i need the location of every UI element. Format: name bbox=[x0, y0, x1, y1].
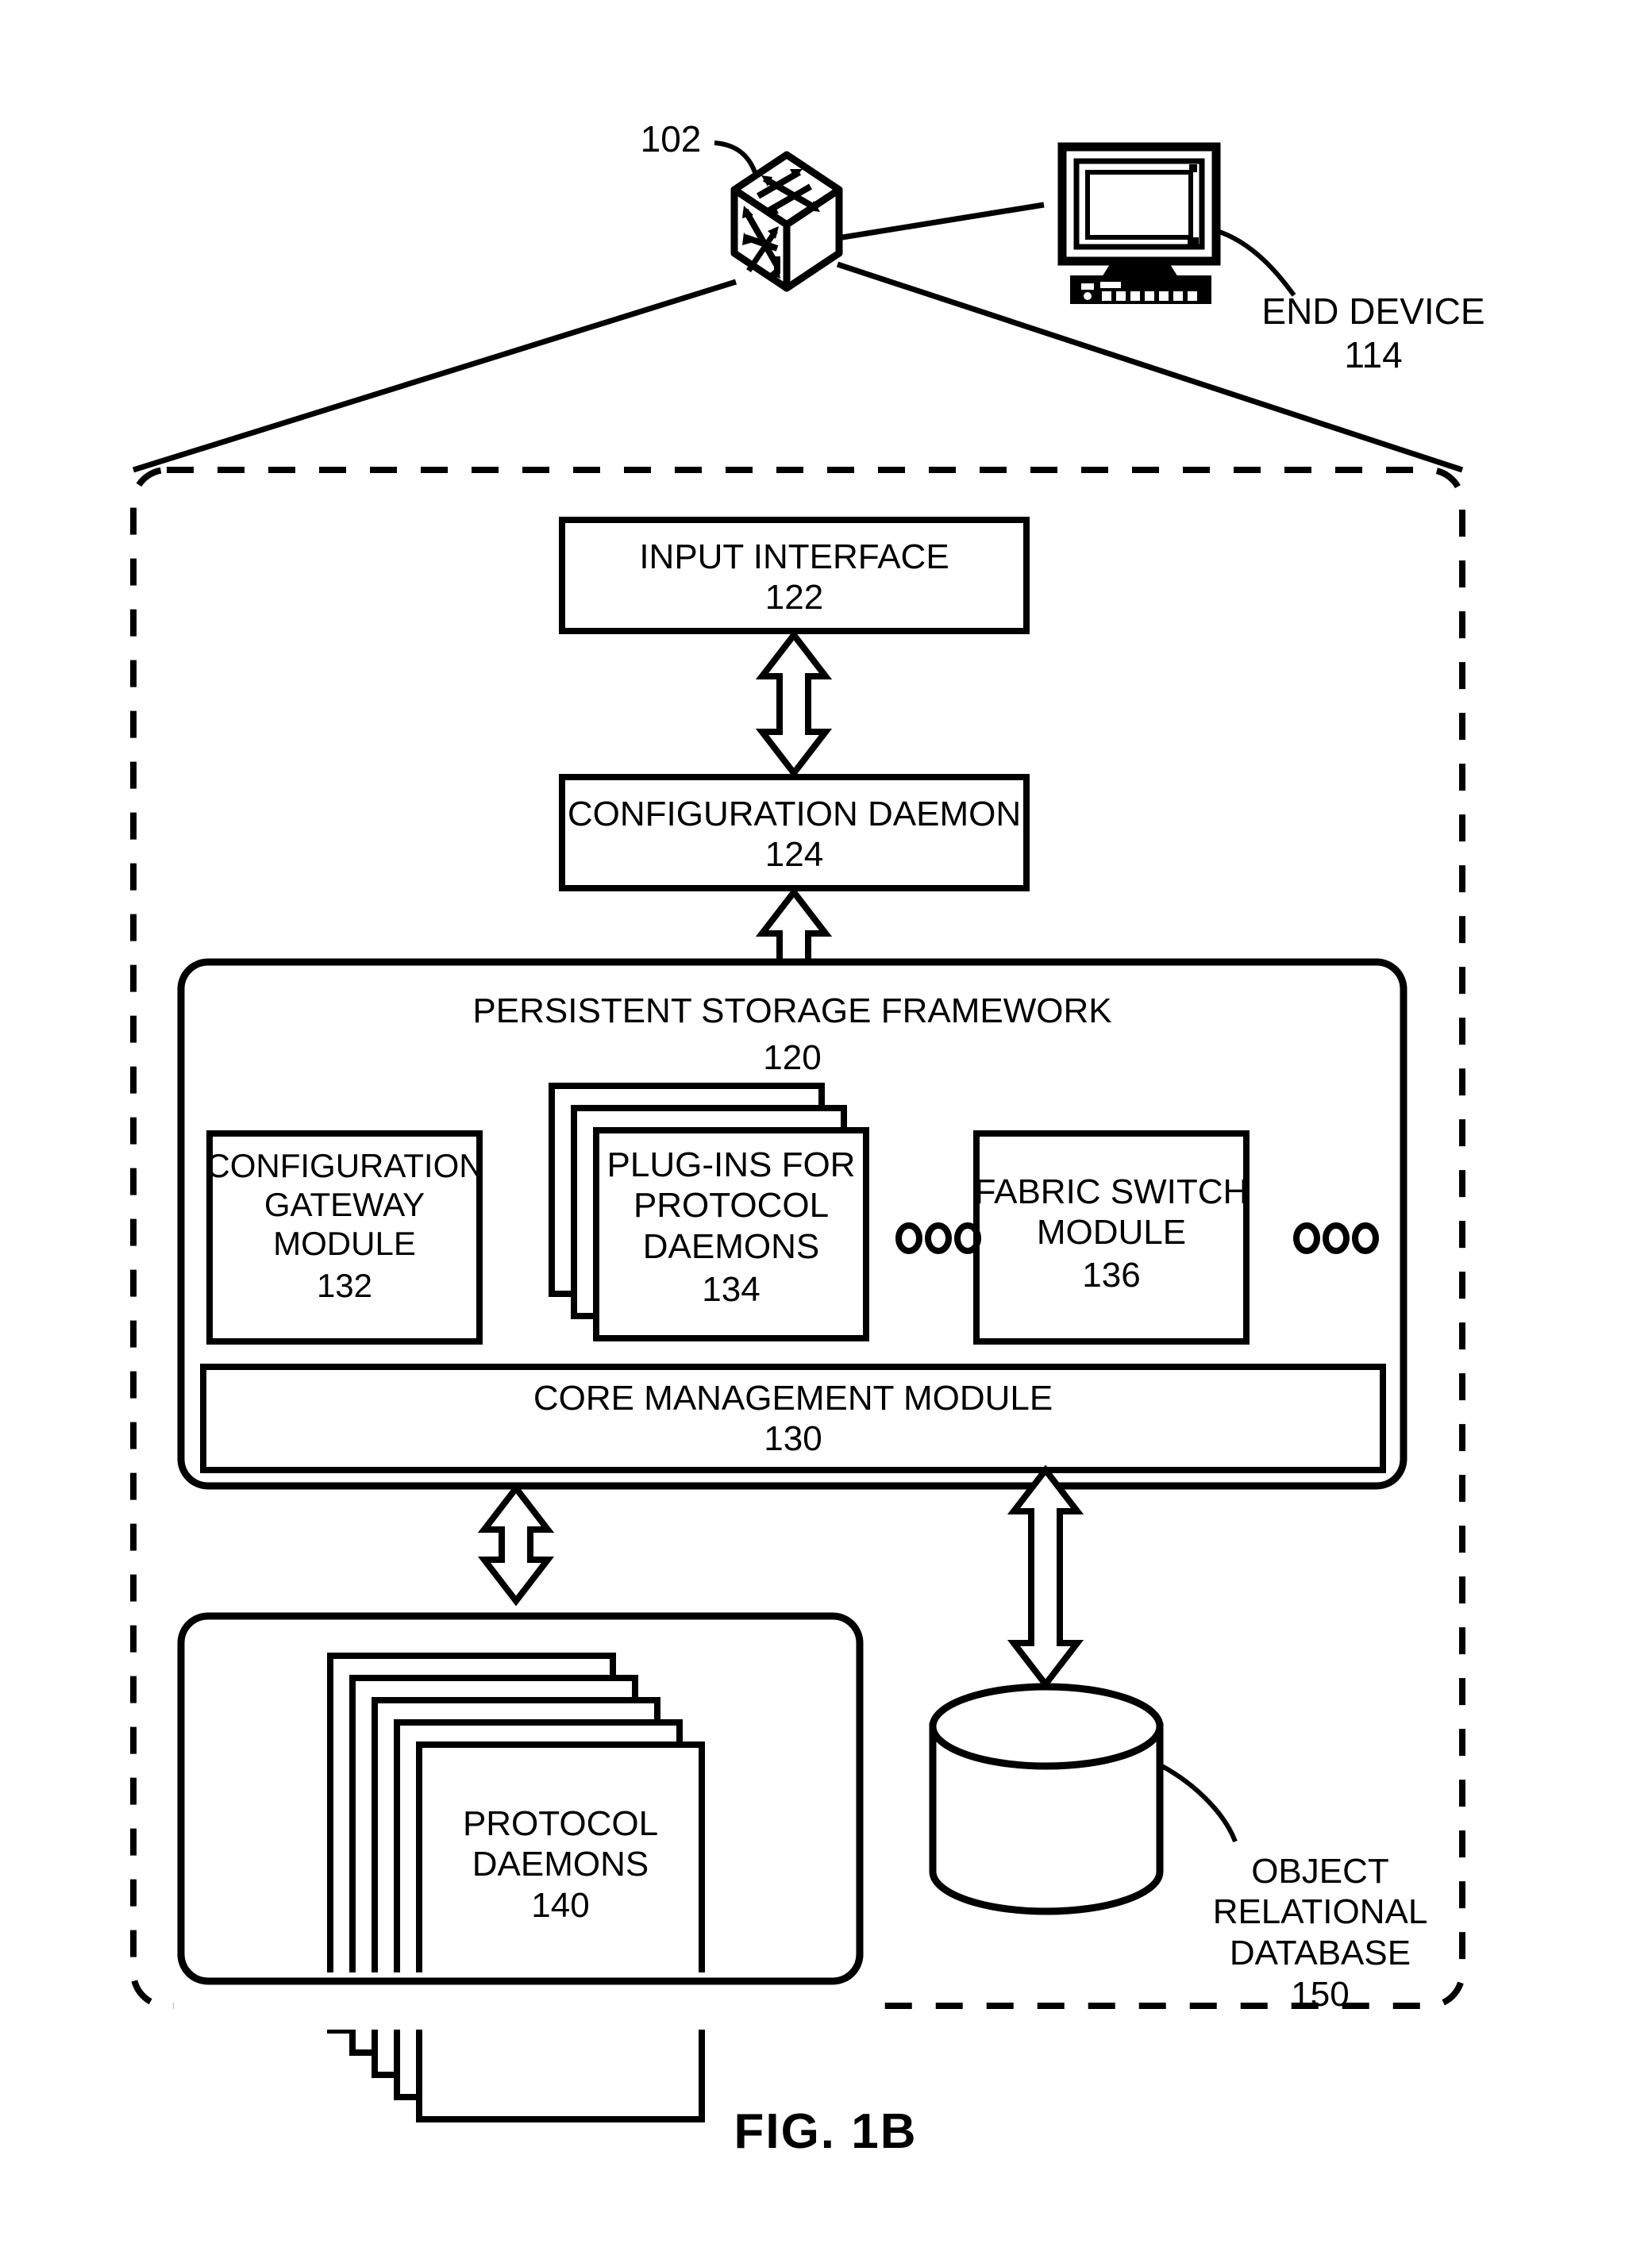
input-interface-ref-number: 122 bbox=[764, 578, 824, 617]
persistent-storage-framework-label: PERSISTENT STORAGE FRAMEWORK bbox=[472, 991, 1112, 1030]
configuration-daemon-ref-number: 124 bbox=[764, 835, 824, 874]
protocol-daemons-label: PROTOCOL DAEMONS bbox=[462, 1804, 659, 1884]
persistent-storage-framework-ref-number: 120 bbox=[763, 1038, 822, 1077]
end-device-icon bbox=[1062, 147, 1216, 304]
switch-ref-number: 102 bbox=[640, 118, 702, 160]
plugins-for-protocol-daemons-ref-number: 134 bbox=[702, 1270, 761, 1309]
object-relational-database-label: OBJECT RELATIONAL DATABASE bbox=[1212, 1852, 1428, 1972]
figure-caption: FIG. 1B bbox=[734, 2104, 918, 2159]
input-interface-label: INPUT INTERFACE bbox=[639, 537, 949, 576]
protocol-daemons-ref-number: 140 bbox=[531, 1886, 590, 1925]
end-device-ref-number: 114 bbox=[1344, 334, 1403, 375]
arrow-core-management-to-database bbox=[1007, 1464, 1084, 1690]
object-relational-database-ref-number: 150 bbox=[1291, 1975, 1350, 2014]
configuration-gateway-module-ref-number: 132 bbox=[316, 1267, 373, 1304]
fabric-switch-module-label: FABRIC SWITCH MODULE bbox=[974, 1172, 1249, 1253]
core-management-module-label: CORE MANAGEMENT MODULE bbox=[533, 1379, 1053, 1418]
fabric-switch-module-ref-number: 136 bbox=[1082, 1256, 1141, 1295]
configuration-gateway-module-label: CONFIGURATION GATEWAY MODULE bbox=[206, 1147, 483, 1263]
object-relational-database-cylinder bbox=[929, 1683, 1164, 1915]
core-management-module-ref-number: 130 bbox=[764, 1419, 822, 1458]
end-device-label: END DEVICE bbox=[1261, 291, 1485, 332]
arrow-core-management-to-protocol-daemons bbox=[477, 1483, 555, 1607]
configuration-daemon-label: CONFIGURATION DAEMON bbox=[567, 795, 1022, 833]
arrow-input-interface-to-configuration-daemon bbox=[755, 629, 833, 779]
figure-1b: 102 END DEVICE 114 INPUT INTERFACE 122 C… bbox=[0, 0, 1652, 2259]
plugins-for-protocol-daemons-label: PLUG-INS FOR PROTOCOL DAEMONS bbox=[607, 1145, 856, 1266]
network-switch-icon bbox=[734, 155, 839, 288]
